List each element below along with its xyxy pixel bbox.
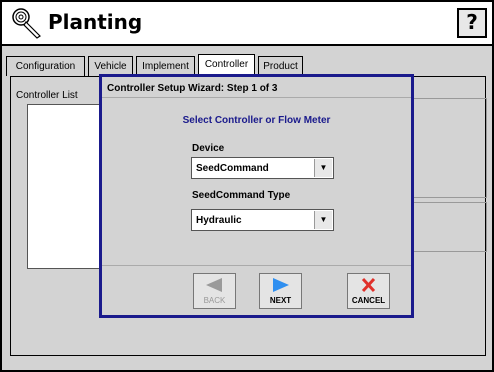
controller-list[interactable] — [27, 104, 101, 269]
app-frame: Planting ? Configuration Vehicle Impleme… — [0, 0, 494, 372]
cancel-button[interactable]: CANCEL — [347, 273, 390, 309]
dialog-subtitle: Select Controller or Flow Meter — [182, 115, 331, 126]
right-arrow-icon — [273, 278, 289, 292]
tab-product[interactable]: Product — [258, 56, 303, 76]
controller-setup-wizard-dialog: Controller Setup Wizard: Step 1 of 3 Sel… — [99, 74, 414, 318]
dropdown-arrow-icon[interactable]: ▼ — [314, 159, 332, 177]
help-button[interactable]: ? — [457, 8, 487, 38]
type-label: SeedCommand Type — [192, 190, 291, 201]
tab-configuration[interactable]: Configuration — [6, 56, 85, 76]
cancel-button-label: CANCEL — [351, 296, 386, 305]
page-title: Planting — [48, 10, 143, 34]
divider — [102, 97, 411, 98]
red-x-icon — [361, 277, 376, 293]
type-select-value: Hydraulic — [196, 215, 242, 226]
next-button-label: NEXT — [269, 296, 292, 305]
divider — [102, 265, 411, 266]
tab-vehicle[interactable]: Vehicle — [88, 56, 133, 76]
device-select[interactable]: SeedCommand ▼ — [191, 157, 334, 179]
seed-tool-icon — [12, 8, 41, 39]
left-arrow-icon — [206, 278, 222, 292]
header-bar: Planting ? — [2, 2, 492, 46]
device-select-value: SeedCommand — [196, 163, 269, 174]
type-select[interactable]: Hydraulic ▼ — [191, 209, 334, 231]
device-label: Device — [192, 143, 225, 154]
dropdown-arrow-icon[interactable]: ▼ — [314, 211, 332, 229]
back-button[interactable]: BACK — [193, 273, 236, 309]
dialog-title: Controller Setup Wizard: Step 1 of 3 — [107, 83, 278, 94]
back-button-label: BACK — [203, 296, 226, 305]
background-group-box — [412, 202, 487, 252]
tab-implement[interactable]: Implement — [136, 56, 195, 76]
controller-list-label: Controller List — [16, 90, 78, 101]
background-group-box — [412, 98, 487, 198]
next-button[interactable]: NEXT — [259, 273, 302, 309]
tab-controller[interactable]: Controller — [198, 54, 255, 75]
